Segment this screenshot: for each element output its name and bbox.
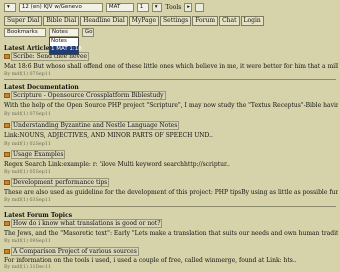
article-meta: By mdf(1) 07Sep11 <box>4 72 51 77</box>
doc-meta: By mdf(1) 05Sep11 <box>4 170 51 175</box>
article-body: Mat 18:6 But whoso shall offend one of t… <box>4 63 338 70</box>
tab-login[interactable]: Login <box>240 16 264 26</box>
forum-title[interactable]: A Comparison Project of various sources <box>4 247 139 256</box>
main-toolbar: ▾ 12 (en) KJV w/Genevo MAT 1 ▾ Tools ▸ <box>4 3 340 13</box>
go-button[interactable]: Go <box>81 28 94 37</box>
folder-icon <box>4 221 10 226</box>
tab-mypage[interactable]: MyPage <box>128 16 160 26</box>
folder-icon <box>4 54 10 59</box>
doc-meta: By mdf(1) 03Sep11 <box>4 198 51 203</box>
divider <box>4 206 336 207</box>
bookmarks-select[interactable]: Bookmarks <box>4 28 46 37</box>
doc-title[interactable]: Development performance tips <box>4 178 110 187</box>
folder-icon <box>4 152 10 157</box>
latest-articles-heading: Latest Articles <box>4 45 53 52</box>
dropdown-option-selected[interactable]: 1 MAT 1:18 <box>50 46 82 54</box>
doc-meta: By mdf(1) 02Sep11 <box>4 142 51 147</box>
bible-version-select[interactable]: 12 (en) KJV w/Genevo <box>18 3 103 12</box>
tools-toggle[interactable]: ▸ <box>184 3 193 12</box>
doc-title[interactable]: Scripture - Opensource Crossplatform Bib… <box>4 91 166 100</box>
doc-body: Link:NOUNS, ADJECTIVES, AND MINOR PARTS … <box>4 132 213 139</box>
tab-settings[interactable]: Settings <box>160 16 192 26</box>
tab-forum[interactable]: Forum <box>192 16 219 26</box>
tab-super-dial[interactable]: Super Dial <box>4 16 43 26</box>
forum-body: The Jews, and the "Masoretic text": Earl… <box>4 230 338 237</box>
nav-tabs: Super Dial Bible Dial Headline Dial MyPage S… <box>4 16 340 26</box>
dropdown-option[interactable]: Notes <box>50 38 78 46</box>
chapter-input[interactable]: 1 <box>136 3 149 12</box>
doc-title[interactable]: Usage Examples <box>4 150 66 159</box>
latest-documentation-heading: Latest Documentation <box>4 84 79 91</box>
tab-headline-dial[interactable]: Headline Dial <box>80 16 128 26</box>
tab-chat[interactable]: Chat <box>219 16 240 26</box>
doc-body: With the help of the Open Source PHP pro… <box>4 102 338 109</box>
options-checkbox[interactable] <box>195 3 205 12</box>
forum-title[interactable]: How do i know what translations is good … <box>4 219 163 228</box>
doc-meta: By mdf(1) 07Sep11 <box>4 112 51 117</box>
tools-label: Tools <box>165 4 182 11</box>
forum-body: For information on the tools i used, i u… <box>4 257 297 264</box>
doc-body: Regex Search Link:example: r: 'ilove Mul… <box>4 161 230 168</box>
folder-icon <box>4 93 10 98</box>
tab-bible-dial[interactable]: Bible Dial <box>43 16 80 26</box>
doc-title[interactable]: Understanding Byzantine and Nestle Langu… <box>4 121 180 130</box>
latest-forum-topics-heading: Latest Forum Topics <box>4 212 73 219</box>
forum-meta: By mdf(1) 31Dec11 <box>4 265 52 270</box>
book-select[interactable]: MAT <box>105 3 134 12</box>
notes-dropdown: Notes 1 MAT 1:18 <box>49 37 82 55</box>
forum-meta: By mdf(1) 09Sep11 <box>4 239 51 244</box>
folder-icon <box>4 123 10 128</box>
doc-body: These are also used as guideline for the… <box>4 189 338 196</box>
language-select[interactable]: ▾ <box>4 3 16 12</box>
notes-select[interactable]: Notes <box>48 28 79 37</box>
folder-icon <box>4 180 10 185</box>
divider <box>4 79 336 80</box>
verse-select[interactable]: ▾ <box>151 3 162 12</box>
folder-icon <box>4 249 10 254</box>
